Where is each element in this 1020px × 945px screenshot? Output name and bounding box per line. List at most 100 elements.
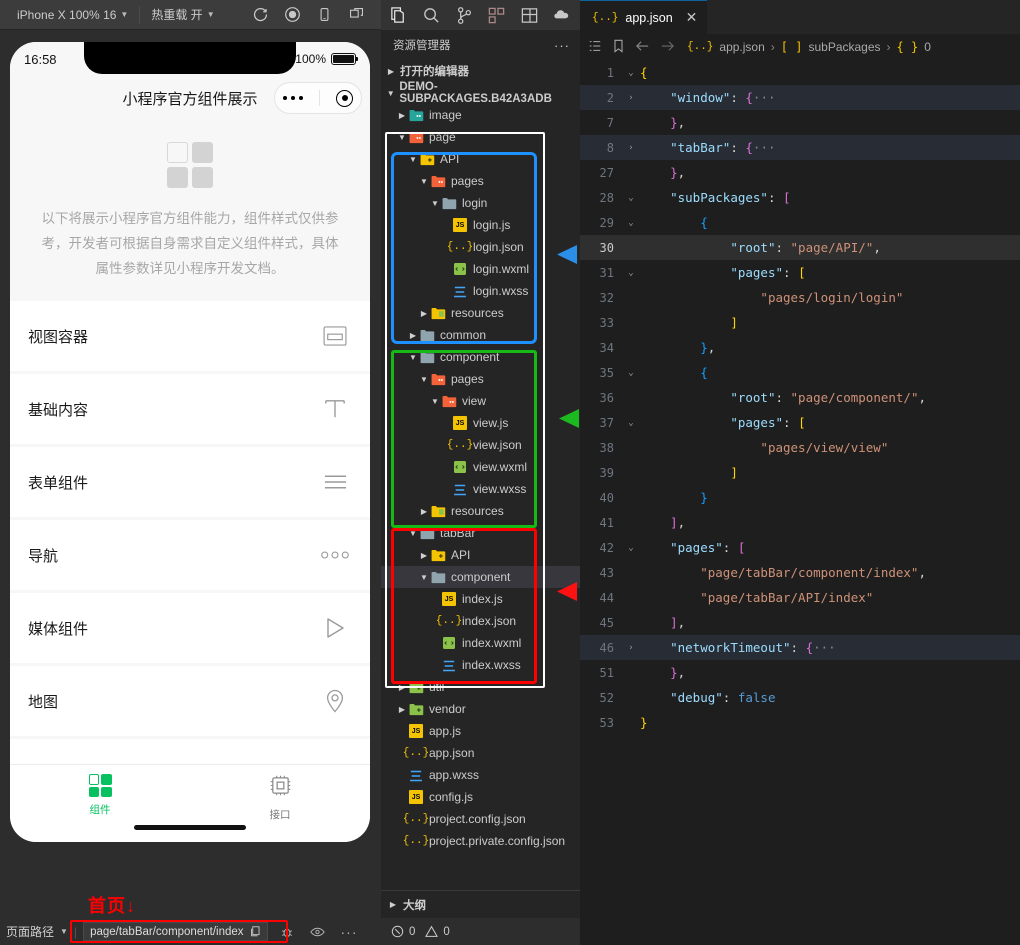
source-control-icon[interactable]	[448, 0, 480, 30]
outline-list-icon[interactable]	[588, 39, 602, 56]
tab-component[interactable]: 组件	[10, 765, 190, 842]
code-line[interactable]: 46 › "networkTimeout": {···	[580, 635, 1020, 660]
tree-item-app-json[interactable]: {..} app.json	[381, 742, 580, 764]
tree-item-login-wxml[interactable]: login.wxml	[381, 258, 580, 280]
tree-item-util[interactable]: ▶ util	[381, 676, 580, 698]
windows-icon[interactable]	[342, 0, 372, 30]
tree-item-login-wxss[interactable]: 三 login.wxss	[381, 280, 580, 302]
code-line[interactable]: 53}	[580, 710, 1020, 735]
fold-closed-icon[interactable]: ›	[622, 643, 640, 653]
fold-open-icon[interactable]: ⌄	[622, 193, 640, 203]
chevron-down-icon[interactable]: ▼	[60, 927, 68, 936]
tree-item-pages[interactable]: ▼ pages	[381, 368, 580, 390]
tree-item-index-wxss[interactable]: 三 index.wxss	[381, 654, 580, 676]
error-icon[interactable]	[391, 925, 404, 938]
tree-item-login[interactable]: ▼ login	[381, 192, 580, 214]
tree-item-API[interactable]: ▶ API	[381, 544, 580, 566]
breadcrumb-index[interactable]: 0	[924, 40, 931, 54]
code-line[interactable]: 52 "debug": false	[580, 685, 1020, 710]
list-item[interactable]: 视图容器	[10, 301, 370, 371]
cloud-icon[interactable]	[546, 0, 578, 30]
code-line[interactable]: 29 ⌄ {	[580, 210, 1020, 235]
tree-item-project-private-config-json[interactable]: {..} project.private.config.json	[381, 830, 580, 852]
tree-item-login-js[interactable]: JS login.js	[381, 214, 580, 236]
tree-item-index-js[interactable]: JS index.js	[381, 588, 580, 610]
tree-item-page[interactable]: ▼ page	[381, 126, 580, 148]
warning-icon[interactable]	[425, 925, 439, 938]
phone-icon[interactable]	[310, 0, 340, 30]
forward-arrow-icon[interactable]	[660, 39, 675, 56]
page-path-input[interactable]: page/tabBar/component/index	[83, 922, 268, 941]
breadcrumb-file[interactable]: app.json	[719, 40, 764, 54]
code-line[interactable]: 38 "pages/view/view"	[580, 435, 1020, 460]
fold-closed-icon[interactable]: ›	[622, 143, 640, 153]
code-line[interactable]: 41 ],	[580, 510, 1020, 535]
tree-item-index-wxml[interactable]: index.wxml	[381, 632, 580, 654]
tree-item-tabBar[interactable]: ▼ tabBar	[381, 522, 580, 544]
code-line[interactable]: 33 ]	[580, 310, 1020, 335]
more-icon[interactable]: ···	[554, 38, 570, 53]
code-line[interactable]: 1 ⌄{	[580, 60, 1020, 85]
tree-item-view[interactable]: ▼ view	[381, 390, 580, 412]
code-line[interactable]: 34 },	[580, 335, 1020, 360]
code-line[interactable]: 28 ⌄ "subPackages": [	[580, 185, 1020, 210]
code-line[interactable]: 45 ],	[580, 610, 1020, 635]
breadcrumb-array[interactable]: subPackages	[808, 40, 880, 54]
tree-item-vendor[interactable]: ▶ vendor	[381, 698, 580, 720]
tree-item-index-json[interactable]: {..} index.json	[381, 610, 580, 632]
search-icon[interactable]	[416, 0, 448, 30]
close-target-icon[interactable]	[336, 89, 354, 107]
bookmark-icon[interactable]	[612, 39, 625, 56]
tree-item-component[interactable]: ▼ component	[381, 346, 580, 368]
debug-icon[interactable]	[280, 925, 294, 939]
list-item[interactable]: 导航	[10, 520, 370, 590]
code-line[interactable]: 43 "page/tabBar/component/index",	[580, 560, 1020, 585]
hot-reload-toggle[interactable]: 热重载 开 ▼	[142, 0, 223, 30]
record-icon[interactable]	[278, 0, 308, 30]
back-arrow-icon[interactable]	[635, 39, 650, 56]
tree-item-view-json[interactable]: {..} view.json	[381, 434, 580, 456]
device-selector[interactable]: iPhone X 100% 16 ▼	[8, 0, 137, 30]
tree-item-resources[interactable]: ▶ resources	[381, 500, 580, 522]
code-line[interactable]: 39 ]	[580, 460, 1020, 485]
tab-api[interactable]: 接口	[190, 765, 370, 842]
tree-item-pages[interactable]: ▼ pages	[381, 170, 580, 192]
wechat-capsule[interactable]	[274, 82, 362, 114]
fold-open-icon[interactable]: ⌄	[622, 368, 640, 378]
more-icon[interactable]: ···	[341, 924, 358, 940]
tree-item-component[interactable]: ▼ component	[381, 566, 580, 588]
tree-item-view-js[interactable]: JS view.js	[381, 412, 580, 434]
code-line[interactable]: 7 },	[580, 110, 1020, 135]
fold-open-icon[interactable]: ⌄	[622, 68, 640, 78]
fold-open-icon[interactable]: ⌄	[622, 268, 640, 278]
list-item[interactable]: 表单组件	[10, 447, 370, 517]
tree-item-image[interactable]: ▶ image	[381, 104, 580, 126]
code-line[interactable]: 42 ⌄ "pages": [	[580, 535, 1020, 560]
code-line[interactable]: 32 "pages/login/login"	[580, 285, 1020, 310]
code-line[interactable]: 40 }	[580, 485, 1020, 510]
eye-icon[interactable]	[309, 926, 325, 938]
tree-item-app-js[interactable]: JS app.js	[381, 720, 580, 742]
tree-item-app-wxss[interactable]: 三 app.wxss	[381, 764, 580, 786]
tree-item-login-json[interactable]: {..} login.json	[381, 236, 580, 258]
list-item[interactable]: 地图	[10, 666, 370, 736]
code-line[interactable]: 8 › "tabBar": {···	[580, 135, 1020, 160]
editor-tab-app-json[interactable]: {..} app.json ✕	[580, 0, 708, 34]
copy-icon[interactable]	[250, 926, 261, 937]
close-icon[interactable]: ✕	[686, 9, 698, 26]
code-line[interactable]: 35 ⌄ {	[580, 360, 1020, 385]
tree-item-project-config-json[interactable]: {..} project.config.json	[381, 808, 580, 830]
extensions-icon[interactable]	[481, 0, 513, 30]
code-area[interactable]: 1 ⌄{2 › "window": {··· 7 }, 8 › "tabBar": {··…	[580, 60, 1020, 735]
tree-item-API[interactable]: ▼ API	[381, 148, 580, 170]
code-line[interactable]: 2 › "window": {···	[580, 85, 1020, 110]
section-project[interactable]: ▼ DEMO-SUBPACKAGES.B42A3ADB	[381, 81, 580, 105]
tree-item-view-wxss[interactable]: 三 view.wxss	[381, 478, 580, 500]
files-icon[interactable]	[383, 0, 415, 30]
tree-item-common[interactable]: ▶ common	[381, 324, 580, 346]
layout-icon[interactable]	[514, 0, 546, 30]
outline-section[interactable]: ▶ 大纲	[381, 890, 580, 918]
fold-open-icon[interactable]: ⌄	[622, 218, 640, 228]
code-line[interactable]: 27 },	[580, 160, 1020, 185]
code-line[interactable]: 37 ⌄ "pages": [	[580, 410, 1020, 435]
